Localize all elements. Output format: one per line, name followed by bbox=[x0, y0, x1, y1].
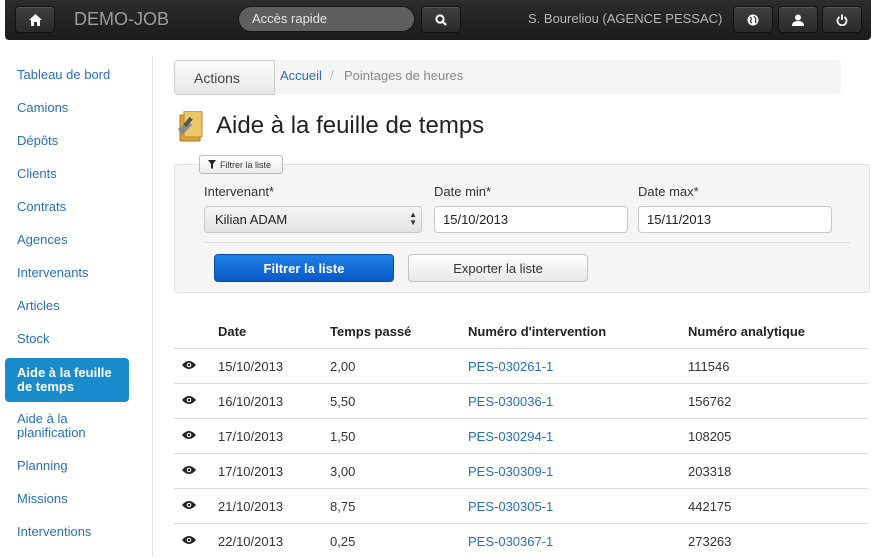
cell-temps: 8,75 bbox=[330, 499, 356, 514]
home-button[interactable] bbox=[15, 6, 55, 33]
page-title: Aide à la feuille de temps bbox=[216, 112, 485, 139]
cell-intervention-link[interactable]: PES-030294-1 bbox=[468, 429, 553, 444]
cell-intervention-link[interactable]: PES-030309-1 bbox=[468, 464, 553, 479]
cell-analytique: 156762 bbox=[688, 394, 732, 409]
column-header-date[interactable]: Date bbox=[218, 324, 246, 339]
cell-analytique: 111546 bbox=[688, 359, 730, 374]
filter-divider bbox=[204, 242, 850, 243]
cell-date: 15/10/2013 bbox=[218, 359, 284, 374]
sidebar-item-clients[interactable]: Clients bbox=[5, 167, 129, 181]
cell-intervention-link[interactable]: PES-030261-1 bbox=[468, 359, 553, 374]
cell-intervention-link[interactable]: PES-030367-1 bbox=[468, 534, 553, 549]
current-user: S. Boureliou (AGENCE PESSAC) bbox=[528, 11, 723, 26]
date-max-input[interactable]: 15/11/2013 bbox=[638, 206, 832, 233]
cell-analytique: 273263 bbox=[688, 534, 732, 549]
cell-date: 22/10/2013 bbox=[218, 534, 284, 549]
cell-temps: 0,25 bbox=[330, 534, 356, 549]
breadcrumb-separator: / bbox=[330, 68, 334, 83]
date-min-input[interactable]: 15/10/2013 bbox=[434, 206, 628, 233]
home-icon bbox=[28, 13, 42, 26]
sidebar-divider bbox=[152, 56, 153, 557]
cell-date: 17/10/2013 bbox=[218, 464, 284, 479]
table-row: 17/10/2013 3,00 PES-030309-1 203318 bbox=[174, 453, 868, 488]
cell-date: 16/10/2013 bbox=[218, 394, 284, 409]
sidebar-item-aide-feuille-de-temps[interactable]: Aide à la feuille de temps bbox=[5, 358, 129, 402]
cell-intervention-link[interactable]: PES-030036-1 bbox=[468, 394, 553, 409]
timesheet-icon bbox=[178, 111, 203, 142]
table-row: 22/10/2013 0,25 PES-030367-1 273263 bbox=[174, 523, 868, 558]
sidebar-item-stock[interactable]: Stock bbox=[5, 332, 129, 346]
eye-icon[interactable] bbox=[182, 360, 196, 370]
sidebar-item-missions[interactable]: Missions bbox=[5, 492, 129, 506]
logout-button[interactable] bbox=[822, 6, 862, 33]
funnel-icon bbox=[208, 160, 216, 169]
sidebar-item-depots[interactable]: Dépôts bbox=[5, 134, 129, 148]
select-arrows-icon: ▲ ▼ bbox=[409, 210, 417, 227]
column-header-intervention[interactable]: Numéro d'intervention bbox=[468, 324, 606, 339]
intervenant-select-value: Kilian ADAM bbox=[215, 212, 288, 227]
cell-date: 17/10/2013 bbox=[218, 429, 284, 444]
search-button[interactable] bbox=[421, 6, 461, 33]
intervenant-select[interactable]: Kilian ADAM ▲ ▼ bbox=[204, 206, 422, 233]
date-max-label: Date max* bbox=[638, 184, 699, 199]
filter-toggle-button[interactable]: Filtrer la liste bbox=[199, 155, 283, 174]
user-icon bbox=[792, 14, 804, 26]
sidebar-item-contrats[interactable]: Contrats bbox=[5, 200, 129, 214]
sidebar-item-articles[interactable]: Articles bbox=[5, 299, 129, 313]
actions-button[interactable]: Actions bbox=[174, 60, 275, 95]
table-row: 21/10/2013 8,75 PES-030305-1 442175 bbox=[174, 488, 868, 523]
eye-icon[interactable] bbox=[182, 465, 196, 475]
eye-icon[interactable] bbox=[182, 430, 196, 440]
date-min-label: Date min* bbox=[434, 184, 492, 199]
intervenant-label: Intervenant* bbox=[204, 184, 275, 199]
export-button[interactable]: Exporter la liste bbox=[408, 254, 588, 282]
column-header-analytique[interactable]: Numéro analytique bbox=[688, 324, 805, 339]
eye-icon[interactable] bbox=[182, 395, 196, 405]
cell-analytique: 442175 bbox=[688, 499, 732, 514]
search-icon bbox=[435, 13, 447, 26]
cell-temps: 5,50 bbox=[330, 394, 356, 409]
eye-icon[interactable] bbox=[182, 500, 196, 510]
cell-analytique: 203318 bbox=[688, 464, 732, 479]
cell-date: 21/10/2013 bbox=[218, 499, 284, 514]
column-header-temps[interactable]: Temps passé bbox=[330, 324, 411, 339]
sidebar-item-camions[interactable]: Camions bbox=[5, 101, 129, 115]
profile-button[interactable] bbox=[778, 6, 818, 33]
sidebar-item-tableau-de-bord[interactable]: Tableau de bord bbox=[5, 68, 129, 82]
quick-search-input[interactable]: Accès rapide bbox=[238, 6, 415, 32]
filter-toggle-label: Filtrer la liste bbox=[220, 159, 272, 170]
sidebar-item-aide-planification[interactable]: Aide à la planification bbox=[5, 412, 129, 440]
power-icon bbox=[836, 14, 848, 26]
cell-temps: 3,00 bbox=[330, 464, 356, 479]
sidebar-item-agences[interactable]: Agences bbox=[5, 233, 129, 247]
breadcrumb-current: Pointages de heures bbox=[344, 68, 464, 83]
sidebar-item-intervenants[interactable]: Intervenants bbox=[5, 266, 129, 280]
globe-icon bbox=[747, 14, 759, 25]
table-row: 17/10/2013 1,50 PES-030294-1 108205 bbox=[174, 418, 868, 453]
cell-analytique: 108205 bbox=[688, 429, 732, 444]
filter-submit-button[interactable]: Filtrer la liste bbox=[214, 254, 394, 282]
table-row: 15/10/2013 2,00 PES-030261-1 111546 bbox=[174, 348, 868, 383]
cell-temps: 2,00 bbox=[330, 359, 356, 374]
globe-button[interactable] bbox=[733, 6, 773, 33]
cell-intervention-link[interactable]: PES-030305-1 bbox=[468, 499, 553, 514]
top-navbar: DEMO-JOB Accès rapide S. Boureliou (AGEN… bbox=[5, 0, 871, 40]
table-row: 16/10/2013 5,50 PES-030036-1 156762 bbox=[174, 383, 868, 418]
eye-icon[interactable] bbox=[182, 535, 196, 545]
breadcrumb-home-link[interactable]: Accueil bbox=[280, 68, 322, 83]
sidebar-item-interventions[interactable]: Interventions bbox=[5, 525, 129, 539]
app-brand[interactable]: DEMO-JOB bbox=[74, 9, 169, 30]
cell-temps: 1,50 bbox=[330, 429, 356, 444]
sidebar-item-planning[interactable]: Planning bbox=[5, 459, 129, 473]
